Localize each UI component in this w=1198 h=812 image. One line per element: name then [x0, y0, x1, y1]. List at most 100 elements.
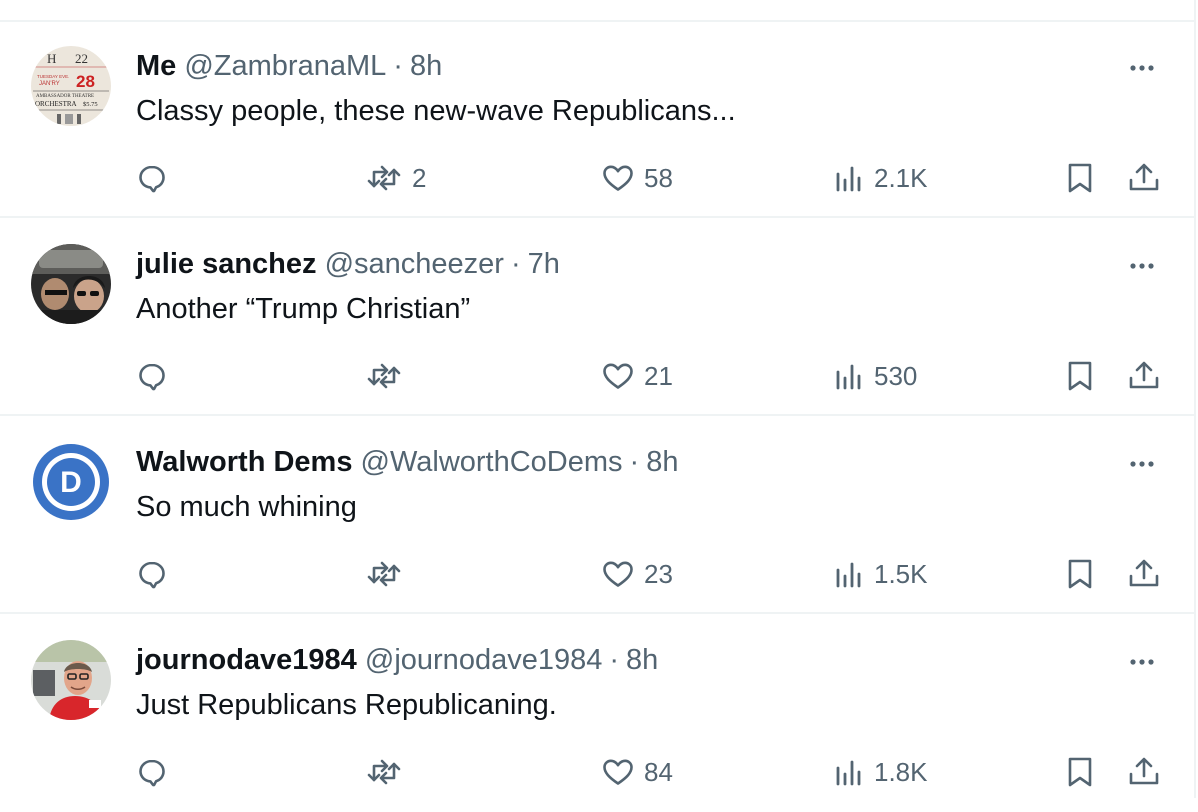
democrats-letter: D	[60, 466, 82, 499]
reply-button[interactable]	[134, 158, 178, 198]
like-count: 84	[644, 756, 673, 787]
car-selfie-avatar-image	[31, 244, 111, 324]
tweet[interactable]: H 22 TUESDAY EVE. JAN'RY 28 AMBASSADOR T…	[0, 22, 1194, 218]
tweet-header: Me @ZambranaML · 8h	[136, 48, 442, 84]
more-icon[interactable]	[1124, 446, 1160, 482]
tweet-text: So much whining	[136, 491, 357, 523]
views-count: 1.8K	[874, 756, 928, 787]
reply-button[interactable]	[134, 554, 178, 594]
views-count: 1.5K	[874, 558, 928, 589]
like-button[interactable]: 58	[600, 158, 673, 198]
tweet-header: Walworth Dems @WalworthCoDems · 8h	[136, 444, 678, 480]
timestamp[interactable]: 8h	[626, 644, 658, 676]
avatar[interactable]: H 22 TUESDAY EVE. JAN'RY 28 AMBASSADOR T…	[31, 46, 111, 126]
author-name[interactable]: Walworth Dems	[136, 446, 352, 478]
separator-dot: ·	[609, 644, 620, 676]
author-name[interactable]: julie sanchez	[136, 248, 317, 280]
tweet-text: Just Republicans Republicaning.	[136, 689, 557, 721]
views-button[interactable]: 1.5K	[834, 554, 928, 594]
author-handle[interactable]: @sancheezer	[325, 248, 504, 280]
like-button[interactable]: 84	[600, 752, 673, 792]
reply-button[interactable]	[134, 752, 178, 792]
separator-dot: ·	[510, 248, 521, 280]
views-icon	[836, 562, 861, 588]
tweet-header: julie sanchez @sancheezer · 7h	[136, 246, 560, 282]
separator-dot: ·	[629, 446, 640, 478]
reply-button[interactable]	[134, 356, 178, 396]
share-button[interactable]	[1126, 356, 1162, 396]
man-in-red-shirt-avatar-image	[31, 640, 111, 720]
like-count: 21	[644, 360, 673, 391]
ticket-section-text: ORCHESTRA	[35, 100, 77, 108]
views-button[interactable]: 530	[834, 356, 917, 396]
tweet[interactable]: D Walworth Dems @WalworthCoDems · 8h So mu…	[0, 418, 1194, 614]
avatar[interactable]	[31, 244, 111, 324]
repost-icon	[367, 759, 401, 785]
ticket-date-text: 28	[76, 72, 95, 91]
like-button[interactable]: 21	[600, 356, 673, 396]
share-icon	[1129, 163, 1159, 191]
tweet-actions: 84 1.8K	[0, 752, 1194, 792]
repost-button[interactable]	[364, 356, 412, 396]
repost-button[interactable]	[364, 554, 412, 594]
share-button[interactable]	[1126, 752, 1162, 792]
reply-icon	[139, 561, 165, 589]
like-icon	[603, 165, 633, 191]
views-count: 530	[874, 360, 918, 391]
like-button[interactable]: 23	[600, 554, 673, 594]
bookmark-button[interactable]	[1062, 356, 1098, 396]
repost-icon	[367, 165, 401, 191]
author-handle[interactable]: @journodave1984	[365, 644, 602, 676]
ticket-row-text: H	[47, 51, 56, 66]
democrats-logo-avatar-image: D	[31, 442, 111, 522]
repost-icon	[367, 363, 401, 389]
tweet[interactable]: julie sanchez @sancheezer · 7h Another “Tr…	[0, 220, 1194, 416]
tweet-text: Another “Trump Christian”	[136, 293, 471, 325]
views-icon	[836, 364, 861, 390]
bookmark-icon	[1068, 757, 1092, 787]
more-icon[interactable]	[1124, 50, 1160, 86]
author-handle[interactable]: @ZambranaML	[184, 50, 386, 82]
tweet-actions: 2 58 2.1K	[0, 158, 1194, 198]
timestamp[interactable]: 7h	[528, 248, 560, 280]
tweet[interactable]: journodave1984 @journodave1984 · 8h Just R…	[0, 616, 1194, 812]
tweet-actions: 21 530	[0, 356, 1194, 396]
separator-dot: ·	[393, 50, 403, 82]
like-icon	[603, 759, 633, 785]
share-icon	[1129, 559, 1159, 587]
tweet-text: Classy people, these new-wave Republican…	[136, 95, 736, 127]
timestamp[interactable]: 8h	[646, 446, 678, 478]
reply-icon	[139, 363, 165, 391]
more-icon[interactable]	[1124, 248, 1160, 284]
author-handle[interactable]: @WalworthCoDems	[361, 446, 623, 478]
avatar[interactable]: D	[31, 442, 111, 522]
like-icon	[603, 363, 633, 389]
repost-count: 2	[412, 162, 427, 193]
author-name[interactable]: Me	[136, 50, 176, 82]
repost-button[interactable]	[364, 752, 412, 792]
bookmark-button[interactable]	[1062, 752, 1098, 792]
repost-icon	[367, 561, 401, 587]
reply-icon	[139, 165, 165, 193]
share-icon	[1129, 361, 1159, 389]
author-name[interactable]: journodave1984	[136, 644, 357, 676]
ticket-month-text: JAN'RY	[39, 81, 60, 87]
views-button[interactable]: 2.1K	[834, 158, 928, 198]
share-button[interactable]	[1126, 158, 1162, 198]
timestamp[interactable]: 8h	[410, 50, 442, 82]
repost-button[interactable]: 2	[364, 158, 426, 198]
more-icon[interactable]	[1124, 644, 1160, 680]
share-button[interactable]	[1126, 554, 1162, 594]
ticket-stub-avatar-image: H 22 TUESDAY EVE. JAN'RY 28 AMBASSADOR T…	[31, 46, 111, 126]
bookmark-icon	[1068, 163, 1092, 193]
bookmark-button[interactable]	[1062, 158, 1098, 198]
bookmark-button[interactable]	[1062, 554, 1098, 594]
bookmark-icon	[1068, 559, 1092, 589]
like-count: 23	[644, 558, 673, 589]
like-count: 58	[644, 162, 673, 193]
tweet-actions: 23 1.5K	[0, 554, 1194, 594]
views-button[interactable]: 1.8K	[834, 752, 928, 792]
bookmark-icon	[1068, 361, 1092, 391]
ticket-day-text: TUESDAY EVE.	[37, 74, 69, 79]
avatar[interactable]	[31, 640, 111, 720]
